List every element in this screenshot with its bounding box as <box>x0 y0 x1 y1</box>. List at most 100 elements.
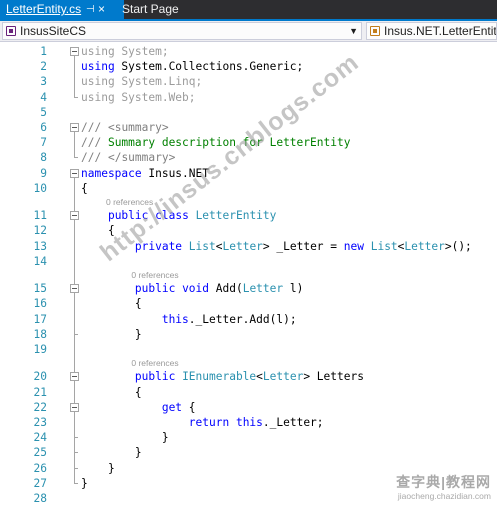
code-text: public IEnumerable<Letter> Letters <box>81 369 364 384</box>
line-number: 4 <box>40 90 47 104</box>
outline-end <box>74 467 78 469</box>
code-token: } <box>81 327 142 341</box>
line-number: 21 <box>33 385 47 399</box>
collapse-toggle[interactable] <box>70 284 79 294</box>
line-number: 13 <box>33 239 47 253</box>
line-number: 8 <box>40 151 47 165</box>
code-text: } <box>81 430 169 445</box>
code-text: } <box>81 445 142 460</box>
line-number: 19 <box>33 343 47 356</box>
code-token: ._Letter; <box>262 416 324 429</box>
code-token: } <box>81 476 88 490</box>
collapse-toggle[interactable] <box>70 372 79 382</box>
code-token: Letter <box>242 282 284 296</box>
project-dropdown[interactable]: InsusSiteCS ▼ <box>2 22 362 40</box>
type-name: Insus.NET.LetterEntity <box>384 24 497 38</box>
code-editor[interactable]: 1 using System; 2 using System.Collections.… <box>0 42 497 505</box>
code-token: new <box>343 239 364 253</box>
line-number: 24 <box>33 431 47 445</box>
code-text: } <box>81 476 88 491</box>
project-name: InsusSiteCS <box>20 24 87 38</box>
code-text: } <box>81 327 142 342</box>
collapse-toggle[interactable] <box>70 211 79 221</box>
code-text: get { <box>81 400 196 415</box>
code-token: System.Collections.Generic; <box>114 60 304 74</box>
code-text: { <box>81 296 142 311</box>
outline-end <box>74 452 78 454</box>
code-text: this._Letter.Add(l); <box>81 312 297 327</box>
code-token: public <box>134 282 176 296</box>
code-token: l) <box>283 282 304 296</box>
code-token: /// <box>81 136 102 150</box>
code-token: { <box>81 297 142 311</box>
code-text: { <box>81 181 88 196</box>
code-token: { <box>182 400 196 414</box>
line-number: 15 <box>33 282 47 296</box>
codelens-label: 0 references <box>131 270 179 280</box>
code-token: >(); <box>444 239 472 253</box>
code-token: Letter <box>222 239 263 253</box>
code-token: using System.Web; <box>81 90 196 104</box>
code-token: return <box>188 416 230 429</box>
code-token: void <box>182 282 210 296</box>
code-text: using System.Linq; <box>81 74 202 89</box>
tab-label: LetterEntity.cs <box>6 2 82 16</box>
collapse-toggle[interactable] <box>70 47 79 56</box>
close-icon[interactable]: × <box>98 0 105 19</box>
code-token: /// <box>81 121 102 134</box>
collapse-toggle[interactable] <box>70 168 79 178</box>
code-token: </summary> <box>107 151 176 165</box>
code-text: } <box>81 461 115 476</box>
code-token: } <box>81 431 169 445</box>
navigation-bar: InsusSiteCS ▼ Insus.NET.LetterEntity <box>0 21 497 42</box>
code-token: } <box>81 446 142 460</box>
code-token: } <box>81 461 115 475</box>
code-token: ._Letter.Add(l); <box>188 312 297 326</box>
code-text: /// </summary> <box>81 150 175 165</box>
outline-end <box>74 333 78 335</box>
collapse-toggle[interactable] <box>70 123 79 132</box>
code-text: using System.Collections.Generic; <box>81 59 303 74</box>
line-number: 18 <box>33 327 47 341</box>
line-number: 9 <box>40 166 47 180</box>
code-token: /// <box>81 151 102 165</box>
code-text: using System; <box>81 44 169 59</box>
code-text: using System.Web; <box>81 90 196 105</box>
line-number: 7 <box>40 136 47 150</box>
code-token: > _Letter = <box>262 239 344 253</box>
line-number: 6 <box>40 121 47 134</box>
codelens-label: 0 references <box>131 358 179 369</box>
code-token: <summary> <box>107 121 169 134</box>
code-line[interactable]: 5 <box>0 105 497 120</box>
tab-label: Start Page <box>122 2 179 16</box>
code-token: IEnumerable <box>182 370 257 384</box>
tab-letterentity-cs[interactable]: LetterEntity.cs ⊣ × <box>0 0 124 19</box>
code-text: { <box>81 385 142 400</box>
code-token: { <box>81 181 88 195</box>
pin-icon[interactable]: ⊣ <box>86 0 95 19</box>
collapse-toggle[interactable] <box>70 402 79 412</box>
line-number: 5 <box>40 105 47 119</box>
line-number: 3 <box>40 75 47 89</box>
line-number: 2 <box>40 60 47 74</box>
outline-guide <box>74 132 75 158</box>
code-text: public void Add(Letter l) <box>81 281 303 296</box>
outline-end <box>74 96 78 98</box>
tab-start-page[interactable]: Start Page <box>116 0 185 19</box>
code-token: Letter <box>404 239 445 253</box>
badge-url: jiaocheng.chazidian.com <box>397 491 491 501</box>
code-token: Letter <box>262 370 304 384</box>
project-icon <box>6 26 16 36</box>
line-number: 27 <box>33 476 47 490</box>
code-token: this <box>161 312 189 326</box>
outline-guide <box>74 411 75 438</box>
code-token: < <box>215 239 223 253</box>
code-token: { <box>81 385 142 399</box>
code-text: /// Summary description for LetterEntity <box>81 135 350 150</box>
